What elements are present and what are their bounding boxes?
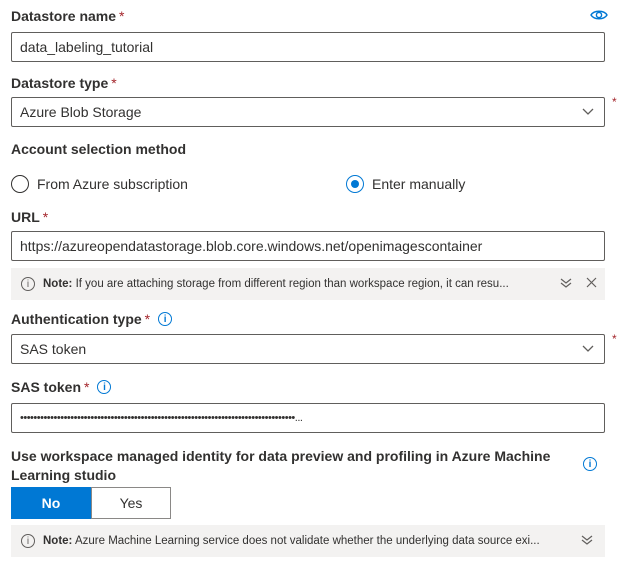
- datastore-name-label-text: Datastore name: [11, 8, 117, 24]
- required-marker: *: [119, 8, 125, 24]
- info-icon[interactable]: i: [97, 380, 112, 394]
- datastore-type-dropdown[interactable]: Azure Blob Storage: [11, 97, 605, 127]
- close-icon[interactable]: [586, 277, 597, 291]
- auth-type-label: Authentication type * i: [11, 311, 173, 327]
- toggle-yes-label: Yes: [119, 495, 143, 511]
- eye-icon[interactable]: [590, 8, 608, 22]
- radio-label: Enter manually: [372, 176, 466, 192]
- info-icon: i: [21, 534, 35, 548]
- note-text: Note: Azure Machine Learning service doe…: [43, 535, 571, 547]
- datastore-name-label: Datastore name *: [11, 8, 125, 24]
- region-note: i Note: If you are attaching storage fro…: [11, 268, 605, 300]
- sas-token-label-text: SAS token: [11, 379, 82, 395]
- note-body: Azure Machine Learning service does not …: [74, 535, 540, 547]
- datastore-name-input[interactable]: data_labeling_tutorial: [11, 32, 605, 62]
- info-icon: i: [21, 277, 35, 291]
- radio-from-azure-subscription[interactable]: From Azure subscription: [11, 175, 188, 193]
- auth-type-label-text: Authentication type: [11, 311, 142, 327]
- toggle-no-label: No: [41, 495, 61, 511]
- toggle-yes-button[interactable]: Yes: [91, 487, 171, 519]
- datastore-type-value: Azure Blob Storage: [20, 104, 142, 120]
- radio-enter-manually[interactable]: Enter manually: [346, 175, 465, 193]
- datastore-type-label-text: Datastore type: [11, 75, 109, 91]
- note-text: Note: If you are attaching storage from …: [43, 278, 550, 290]
- datastore-name-value: data_labeling_tutorial: [20, 39, 154, 55]
- auth-type-value: SAS token: [20, 341, 87, 357]
- account-selection-label: Account selection method: [11, 141, 187, 157]
- chevron-down-icon: [580, 341, 596, 357]
- info-icon[interactable]: i: [158, 312, 173, 326]
- url-value: https://azureopendatastorage.blob.core.w…: [20, 238, 483, 254]
- radio-label: From Azure subscription: [37, 176, 188, 192]
- chevron-double-down-icon[interactable]: [560, 278, 572, 291]
- radio-circle[interactable]: [11, 175, 29, 193]
- managed-identity-label: Use workspace managed identity for data …: [11, 448, 551, 483]
- chevron-down-icon: [580, 104, 596, 120]
- required-marker-outside: *: [612, 95, 617, 109]
- required-marker-outside: *: [612, 332, 617, 346]
- info-icon[interactable]: i: [583, 457, 597, 471]
- validation-note: i Note: Azure Machine Learning service d…: [11, 525, 605, 557]
- sas-token-value: ••••••••••••••••••••••••••••••••••••••••…: [20, 412, 303, 424]
- auth-type-dropdown[interactable]: SAS token: [11, 334, 605, 364]
- url-label-text: URL: [11, 209, 40, 225]
- required-marker: *: [84, 379, 90, 395]
- required-marker: *: [111, 75, 117, 91]
- note-body: If you are attaching storage from differ…: [75, 278, 509, 290]
- sas-token-label: SAS token * i: [11, 379, 112, 395]
- url-label: URL *: [11, 209, 48, 225]
- chevron-double-down-icon[interactable]: [581, 535, 593, 548]
- sas-token-input[interactable]: ••••••••••••••••••••••••••••••••••••••••…: [11, 403, 605, 433]
- url-input[interactable]: https://azureopendatastorage.blob.core.w…: [11, 231, 605, 261]
- required-marker: *: [42, 209, 49, 225]
- datastore-type-label: Datastore type *: [11, 75, 117, 91]
- toggle-no-button[interactable]: No: [11, 487, 91, 519]
- note-prefix: Note:: [43, 278, 73, 290]
- radio-circle-selected[interactable]: [346, 175, 364, 193]
- required-marker: *: [144, 311, 151, 327]
- note-prefix: Note:: [43, 535, 73, 547]
